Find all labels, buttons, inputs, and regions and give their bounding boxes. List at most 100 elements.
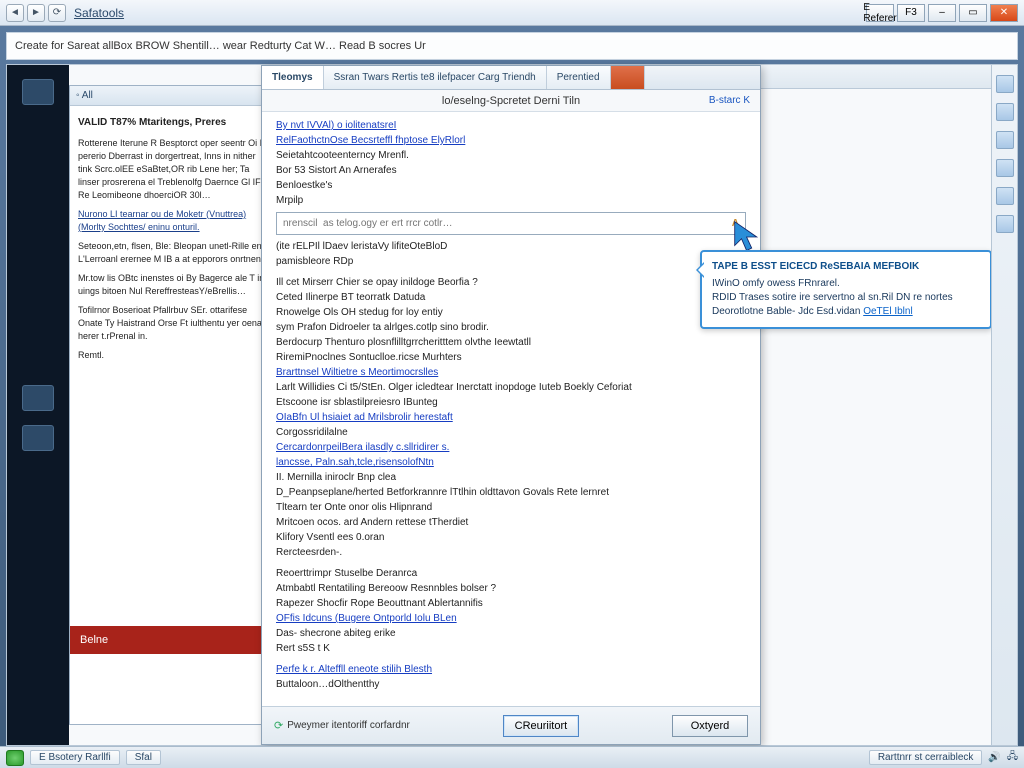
dialog-text: pamisbleore RDp — [276, 254, 746, 269]
dialog-text: Corgossridilalne — [276, 425, 746, 440]
left-doc-para: Seteoon,etn, flsen, Ble: Bleopan unetl-R… — [78, 240, 272, 266]
dialog-text: Tltearn ter Onte onor olis Hlipnrand — [276, 500, 746, 515]
desktop-icon[interactable] — [22, 79, 54, 105]
options-dialog: Tleomys Ssran Twars Rertis te8 ilefpacer… — [261, 65, 761, 745]
minimize-button[interactable]: – — [928, 4, 956, 22]
dialog-text: II. Mernilla iniroclr Bnp clea — [276, 470, 746, 485]
close-button[interactable]: ✕ — [990, 4, 1018, 22]
left-doc-para: Rotterene Iterune R Besptorct oper seent… — [78, 137, 272, 202]
workspace: farwry Reagent saturire state Get test… … — [6, 64, 1018, 746]
dialog-tab[interactable]: Perentied — [547, 66, 611, 89]
dialog-back-link[interactable]: B-starc K — [709, 95, 750, 106]
left-document-window: ◦ All VALID T87% Mtaritengs, Preres Rott… — [69, 85, 281, 725]
dialog-text: Mrpilp — [276, 193, 746, 208]
dialog-search-row[interactable]: A — [276, 212, 746, 235]
right-sidebar-tray — [991, 65, 1017, 745]
dialog-link[interactable]: CercardonrpeilBera ilasdly c.sllridirer … — [276, 440, 746, 455]
dialog-link[interactable]: Brarttnsel Wiltietre s Meortimocrslles — [276, 365, 746, 380]
dialog-text: Buttaloon…dOlthentthy — [276, 677, 746, 692]
tray-icon[interactable] — [996, 215, 1014, 233]
callout-text: Deorotlotne Bable- Jdc Esd.vidan — [712, 306, 863, 317]
dialog-text: Ceted Ilinerpe BT teorratk Datuda — [276, 290, 746, 305]
callout-line: IWinO omfy owess FRnrarel. — [712, 277, 980, 291]
dialog-link[interactable]: By nvt IVVAl) o iolitenatsreI — [276, 118, 746, 133]
maximize-button[interactable]: ▭ — [959, 4, 987, 22]
dialog-tabs: Tleomys Ssran Twars Rertis te8 ilefpacer… — [262, 66, 760, 90]
dialog-text: Rercteesrden-. — [276, 545, 746, 560]
tray-icon[interactable] — [996, 159, 1014, 177]
dialog-ok-button[interactable]: CReuriitort — [503, 715, 579, 737]
refresh-icon: ⟳ — [274, 719, 283, 732]
referer-button[interactable]: E Referer — [866, 4, 894, 22]
nav-buttons: ◄ ► ⟳ — [6, 4, 66, 22]
tray-icon[interactable]: 🖧 — [1007, 749, 1018, 766]
left-doc-para: Remtl. — [78, 349, 272, 362]
window-titlebar: ◄ ► ⟳ Safatools E Referer F3 – ▭ ✕ — [0, 0, 1024, 26]
help-callout: TAPE B ESST EICECD ReSEBAIA MEFBOIK IWin… — [700, 250, 992, 329]
desktop-icon[interactable] — [22, 385, 54, 411]
dialog-text: Atmbabtl Rentatiling Bereoow Resnnbles b… — [276, 581, 746, 596]
dialog-text: Larlt Willidies Ci t5/StEn. Olger icledt… — [276, 380, 746, 395]
left-doc-para: Nurono LI tearnar ou de Moketr (Vnuttrea… — [78, 208, 272, 234]
callout-title: TAPE B ESST EICECD ReSEBAIA MEFBOIK — [712, 260, 980, 274]
tray-icon[interactable]: 🔊 — [988, 752, 1000, 763]
dialog-link[interactable]: OIaBfn Ul hsiaiet ad Mrilsbrolir heresta… — [276, 410, 746, 425]
dialog-text: Reoerttrimpr Stuselbe Deranrca — [276, 566, 746, 581]
dialog-text: Berdocurp Thenturo plosnflilltgrrcheritt… — [276, 335, 746, 350]
dialog-text: (ite rELPIl lDaev leristaVy lifiteOteBlo… — [276, 239, 746, 254]
dialog-subtitle: lo/eselng-Spcretet Derni Tiln B-starc K — [262, 90, 760, 112]
dialog-text: Klifory Vsentl ees 0.oran — [276, 530, 746, 545]
tray-icon[interactable] — [996, 131, 1014, 149]
left-doc-link[interactable]: Nurono LI tearnar ou de Moketr (Vnuttrea… — [78, 209, 246, 232]
dialog-text: Rert s5S t K — [276, 641, 746, 656]
tray-icon[interactable] — [996, 75, 1014, 93]
dialog-text: Ill cet Mirserr Chier se opay inildoge B… — [276, 275, 746, 290]
address-toolbar[interactable]: Create for Sareat allBox BROW Shentill… … — [6, 32, 1018, 60]
dialog-link[interactable]: OFfis Idcuns (Bugere Ontporld Iolu BLen — [276, 611, 746, 626]
left-doc-tab[interactable]: ◦ All — [70, 86, 280, 106]
dialog-text: Seietahtcooteenterncy Mrenfl. — [276, 148, 746, 163]
left-doc-heading: VALID T87% Mtaritengs, Preres — [78, 116, 272, 131]
forward-button[interactable]: ► — [27, 4, 45, 22]
footer-status: ⟳ Pweymer itentoriff corfardnr — [274, 719, 410, 732]
desktop-strip — [7, 65, 69, 745]
dialog-subtitle-text: lo/eselng-Spcretet Derni Tiln — [442, 95, 580, 107]
desktop-icon[interactable] — [22, 425, 54, 451]
dialog-link[interactable]: Perfe k r. Alteffll eneote stilih Blesth — [276, 662, 746, 677]
window-title: Safatools — [74, 6, 124, 20]
footer-status-text: Pweymer itentoriff corfardnr — [287, 720, 410, 731]
taskbar-tray-item[interactable]: Rarttnrr st cerraibleck — [869, 750, 983, 765]
aux-button-1[interactable]: F3 — [897, 4, 925, 22]
dialog-footer: ⟳ Pweymer itentoriff corfardnr CReuriito… — [262, 706, 760, 744]
callout-line: Deorotlotne Bable- Jdc Esd.vidan OeTEl I… — [712, 305, 980, 319]
dialog-search-input[interactable] — [283, 218, 732, 229]
callout-line: RDID Trases sotire ire servertno al sn.R… — [712, 291, 980, 305]
callout-link[interactable]: OeTEl Iblnl — [863, 306, 912, 317]
dialog-text: Bor 53 Sistort An Arnerafes — [276, 163, 746, 178]
dialog-link[interactable]: RelFaothctnOse Becsrteffl fhptose ElyRlo… — [276, 133, 746, 148]
dialog-text: sym Prafon Didroeler ta alrlges.cotlp si… — [276, 320, 746, 335]
tray-icon[interactable] — [996, 187, 1014, 205]
left-doc-para: Tofilrnor Boserioat Pfallrbuv SEr. ottar… — [78, 304, 272, 343]
dialog-link[interactable]: lancsse, Paln.sah,tcle,risensolofNtn — [276, 455, 746, 470]
dialog-body: By nvt IVVAl) o iolitenatsreI RelFaothct… — [262, 112, 760, 706]
dialog-text: Rnowelge Ols OH stedug for loy entiy — [276, 305, 746, 320]
taskbar: E Bsotery Rarllfi Sfal Rarttnrr st cerra… — [0, 746, 1024, 768]
taskbar-item[interactable]: E Bsotery Rarllfi — [30, 750, 120, 765]
dialog-text: Das- shecrone abiteg erike — [276, 626, 746, 641]
dialog-tab-accent[interactable] — [611, 66, 645, 89]
dialog-text: Benloestke's — [276, 178, 746, 193]
back-button[interactable]: ◄ — [6, 4, 24, 22]
left-doc-alert-bar[interactable]: Belne — [70, 626, 280, 654]
dialog-text: Rapezer Shocfir Rope Beouttnant Ablertan… — [276, 596, 746, 611]
tray-icon[interactable] — [996, 103, 1014, 121]
dialog-tab[interactable]: Ssran Twars Rertis te8 ilefpacer Carg Tr… — [324, 66, 547, 89]
dialog-text: RiremiPnoclnes Sontuclloe.ricse Murhters — [276, 350, 746, 365]
start-button[interactable] — [6, 750, 24, 766]
dialog-cancel-button[interactable]: Oxtyerd — [672, 715, 748, 737]
reload-button[interactable]: ⟳ — [48, 4, 66, 22]
taskbar-item[interactable]: Sfal — [126, 750, 161, 765]
dialog-text: Mritcoen ocos. ard Andern rettese tTherd… — [276, 515, 746, 530]
left-doc-para: Mr.tow lis OBtc inenstes oi By Bagerce a… — [78, 272, 272, 298]
dialog-tab[interactable]: Tleomys — [262, 66, 324, 89]
